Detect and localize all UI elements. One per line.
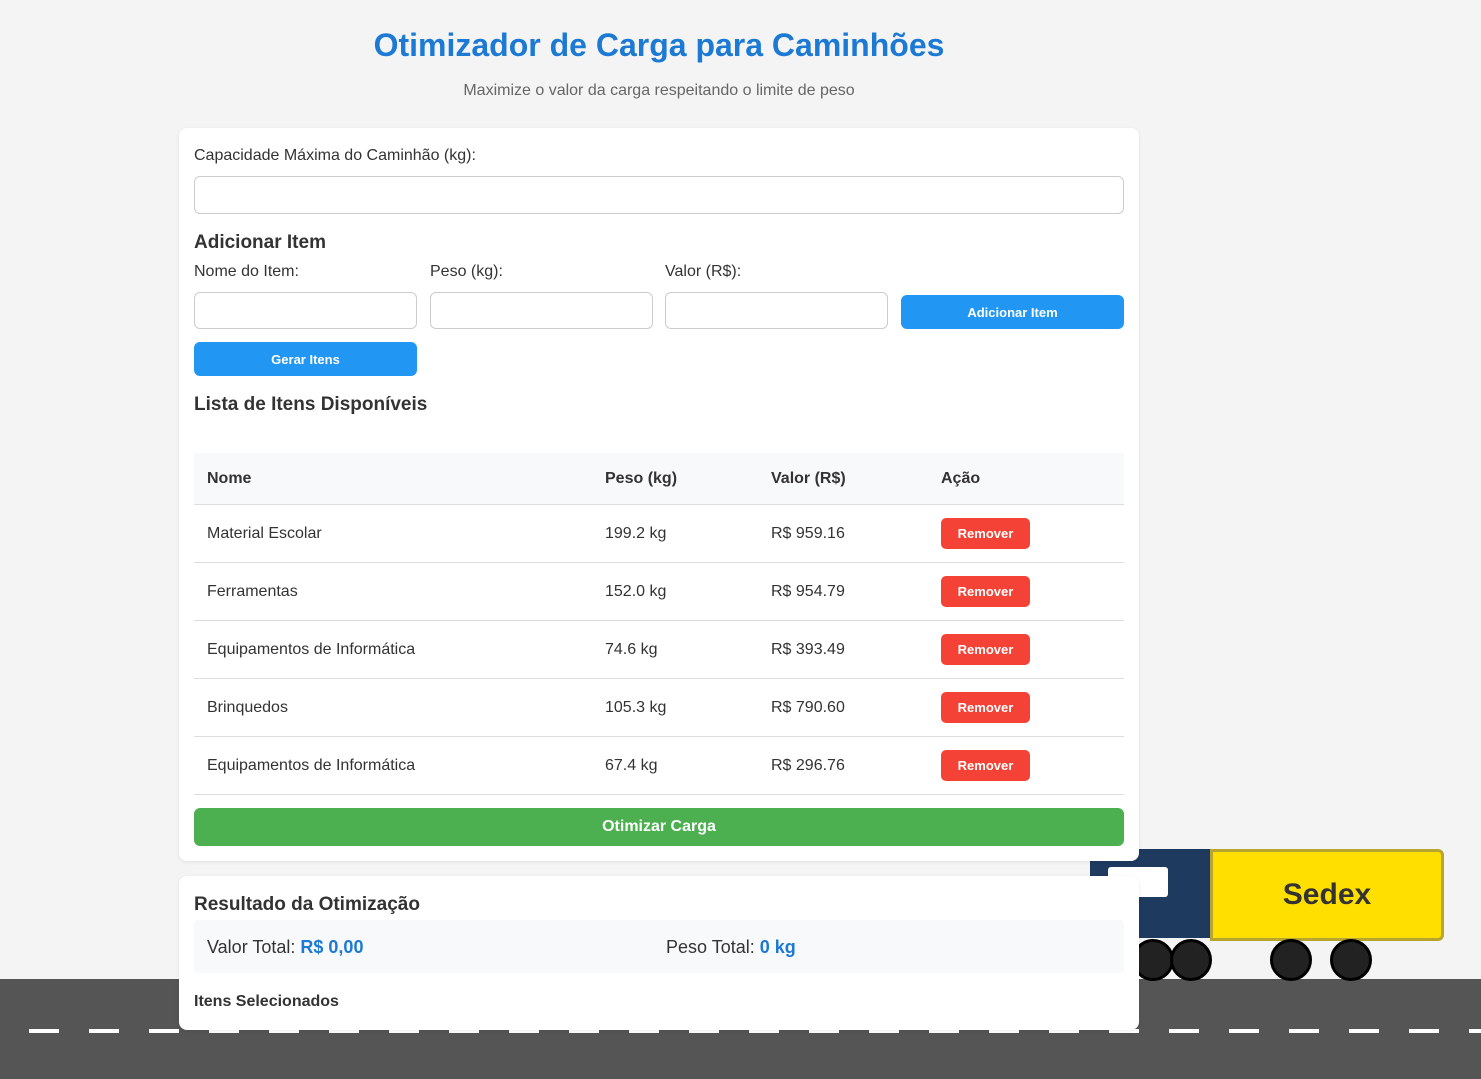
item-value-input[interactable] <box>665 292 888 329</box>
table-row: Brinquedos 105.3 kg R$ 790.60 Remover <box>194 678 1124 737</box>
lane-marking <box>149 1029 179 1033</box>
item-action-cell: Remover <box>928 678 1124 737</box>
item-action-cell: Remover <box>928 562 1124 621</box>
table-row: Material Escolar 199.2 kg R$ 959.16 Remo… <box>194 504 1124 563</box>
item-action-cell: Remover <box>928 504 1124 563</box>
item-value-cell: R$ 393.49 <box>758 620 928 679</box>
lane-marking <box>1469 1029 1481 1033</box>
remove-item-button[interactable]: Remover <box>941 518 1030 549</box>
result-heading: Resultado da Otimização <box>194 894 420 915</box>
item-name-cell: Equipamentos de Informática <box>194 620 592 679</box>
item-action-cell: Remover <box>928 736 1124 795</box>
add-item-heading: Adicionar Item <box>194 232 326 253</box>
generate-items-button[interactable]: Gerar Itens <box>194 342 417 376</box>
total-weight-amount: 0 kg <box>759 937 796 957</box>
total-value-label: Valor Total: <box>207 937 296 957</box>
item-name-cell: Material Escolar <box>194 504 592 563</box>
item-weight-cell: 199.2 kg <box>592 504 758 563</box>
add-item-button[interactable]: Adicionar Item <box>901 295 1124 329</box>
column-header-weight: Peso (kg) <box>592 453 758 505</box>
item-weight-input[interactable] <box>430 292 653 329</box>
item-action-cell: Remover <box>928 620 1124 679</box>
column-header-value: Valor (R$) <box>758 453 928 505</box>
item-weight-cell: 67.4 kg <box>592 736 758 795</box>
result-card: Resultado da Otimização Valor Total: R$ … <box>179 876 1139 1030</box>
lane-marking <box>1229 1029 1259 1033</box>
remove-item-button[interactable]: Remover <box>941 750 1030 781</box>
item-value-cell: R$ 959.16 <box>758 504 928 563</box>
truck-trailer: Sedex <box>1210 849 1444 941</box>
total-value-amount: R$ 0,00 <box>300 937 364 957</box>
lane-marking <box>1349 1029 1379 1033</box>
truck-illustration: Sedex <box>1090 849 1444 981</box>
truck-label: Sedex <box>1282 878 1372 911</box>
result-summary: Valor Total: R$ 0,00 Peso Total: 0 kg <box>194 920 1124 973</box>
lane-marking <box>29 1029 59 1033</box>
capacity-label: Capacidade Máxima do Caminhão (kg): <box>194 147 476 164</box>
table-header-row: Nome Peso (kg) Valor (R$) Ação <box>194 453 1124 505</box>
table-row: Equipamentos de Informática 74.6 kg R$ 3… <box>194 620 1124 679</box>
item-value-cell: R$ 296.76 <box>758 736 928 795</box>
remove-item-button[interactable]: Remover <box>941 576 1030 607</box>
total-value: Valor Total: R$ 0,00 <box>207 936 363 958</box>
page-subtitle: Maximize o valor da carga respeitando o … <box>463 82 855 99</box>
capacity-input[interactable] <box>194 176 1124 214</box>
total-weight: Peso Total: 0 kg <box>666 936 796 958</box>
item-name-cell: Equipamentos de Informática <box>194 736 592 795</box>
lane-marking <box>1289 1029 1319 1033</box>
column-header-action: Ação <box>928 453 1124 505</box>
truck-wheel <box>1170 939 1212 981</box>
item-name-cell: Brinquedos <box>194 678 592 737</box>
remove-item-button[interactable]: Remover <box>941 692 1030 723</box>
item-value-cell: R$ 790.60 <box>758 678 928 737</box>
item-weight-label: Peso (kg): <box>430 263 503 280</box>
item-weight-cell: 152.0 kg <box>592 562 758 621</box>
truck-wheel <box>1270 939 1312 981</box>
total-weight-label: Peso Total: <box>666 937 755 957</box>
item-name-label: Nome do Item: <box>194 263 299 280</box>
page-title: Otimizador de Carga para Caminhões <box>373 27 945 63</box>
item-name-input[interactable] <box>194 292 417 329</box>
selected-items-heading: Itens Selecionados <box>194 993 339 1010</box>
lane-marking <box>1409 1029 1439 1033</box>
optimize-load-button[interactable]: Otimizar Carga <box>194 808 1124 846</box>
items-list-heading: Lista de Itens Disponíveis <box>194 394 428 415</box>
remove-item-button[interactable]: Remover <box>941 634 1030 665</box>
optimizer-card: Capacidade Máxima do Caminhão (kg): Adic… <box>179 128 1139 861</box>
item-value-cell: R$ 954.79 <box>758 562 928 621</box>
truck-wheel <box>1330 939 1372 981</box>
table-row: Ferramentas 152.0 kg R$ 954.79 Remover <box>194 562 1124 621</box>
item-value-label: Valor (R$): <box>665 263 742 280</box>
table-row: Equipamentos de Informática 67.4 kg R$ 2… <box>194 736 1124 795</box>
lane-marking <box>89 1029 119 1033</box>
item-weight-cell: 74.6 kg <box>592 620 758 679</box>
column-header-name: Nome <box>194 453 592 505</box>
item-name-cell: Ferramentas <box>194 562 592 621</box>
items-table: Nome Peso (kg) Valor (R$) Ação Material … <box>194 453 1124 795</box>
lane-marking <box>1169 1029 1199 1033</box>
item-weight-cell: 105.3 kg <box>592 678 758 737</box>
